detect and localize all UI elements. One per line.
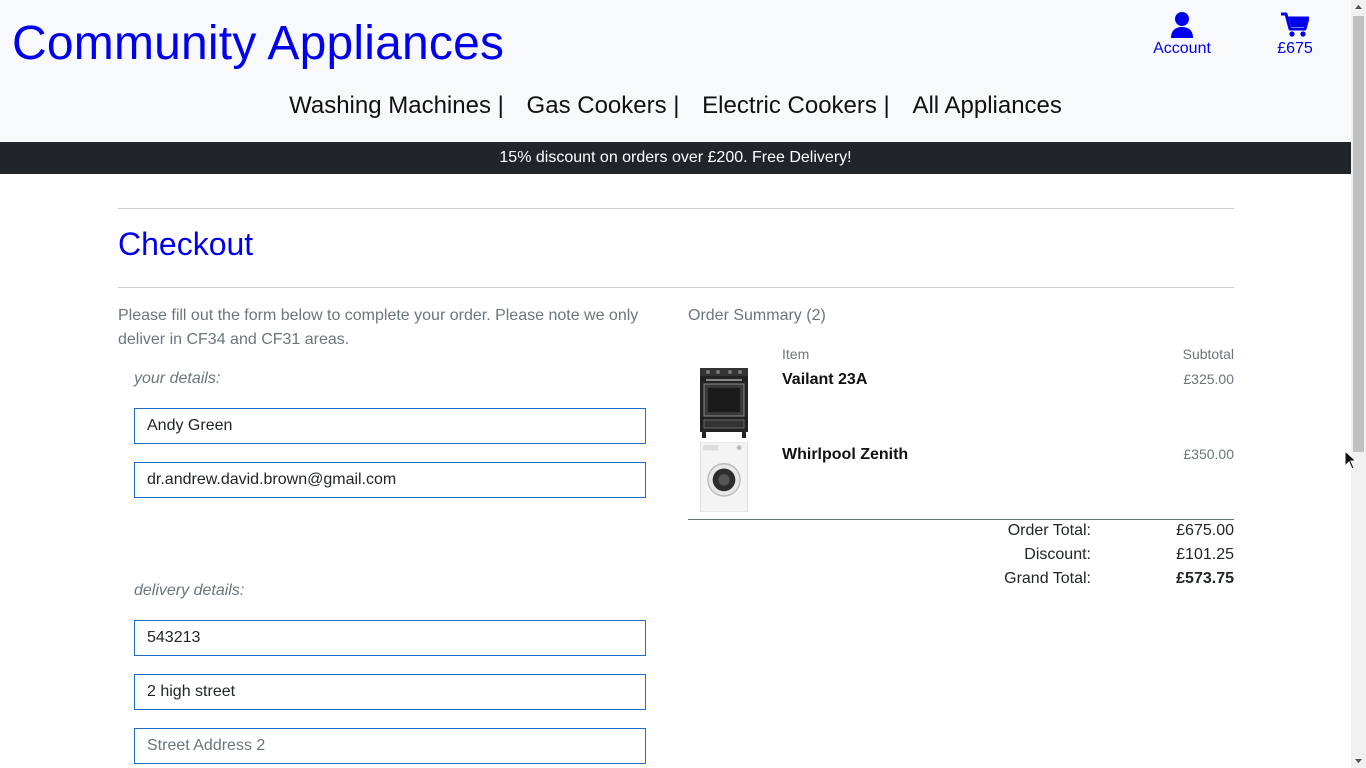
vertical-scrollbar[interactable] bbox=[1351, 0, 1366, 768]
mouse-cursor-icon bbox=[1344, 450, 1358, 470]
grand-total-label: Grand Total: bbox=[1004, 570, 1091, 587]
site-header: Community Appliances Account £675 Washin… bbox=[0, 0, 1351, 142]
street-address-1-field[interactable]: 2 high street bbox=[134, 674, 646, 710]
item-price-2: £350.00 bbox=[1183, 446, 1234, 462]
name-field[interactable]: Andy Green bbox=[134, 408, 646, 444]
delivery-details-label: delivery details: bbox=[134, 582, 245, 599]
cart-link[interactable]: £675 bbox=[1270, 12, 1320, 58]
scroll-up-arrow-icon[interactable] bbox=[1351, 0, 1366, 15]
col-subtotal-header: Subtotal bbox=[1182, 346, 1234, 362]
scrollbar-thumb[interactable] bbox=[1353, 16, 1364, 452]
item-name-1: Vailant 23A bbox=[782, 371, 868, 388]
your-details-label: your details: bbox=[134, 370, 221, 387]
cooker-image bbox=[700, 368, 748, 438]
phone-field[interactable]: 543213 bbox=[134, 620, 646, 656]
account-link[interactable]: Account bbox=[1150, 12, 1214, 58]
promo-banner: 15% discount on orders over £200. Free D… bbox=[0, 142, 1351, 174]
divider-top bbox=[118, 208, 1234, 209]
washing-machine-image bbox=[699, 442, 749, 512]
user-icon bbox=[1171, 12, 1193, 38]
col-item-header: Item bbox=[782, 346, 810, 362]
brand-logo-link[interactable]: Community Appliances bbox=[12, 14, 504, 74]
email-field[interactable]: dr.andrew.david.brown@gmail.com bbox=[134, 462, 646, 498]
summary-divider bbox=[688, 519, 1234, 520]
scroll-down-arrow-icon[interactable] bbox=[1351, 753, 1366, 768]
street-address-2-field[interactable]: Street Address 2 bbox=[134, 728, 646, 764]
grand-total-value: £573.75 bbox=[1176, 570, 1234, 587]
item-name-2: Whirlpool Zenith bbox=[782, 446, 909, 463]
cart-icon bbox=[1281, 12, 1309, 37]
order-summary-heading: Order Summary (2) bbox=[688, 307, 826, 324]
order-total-label: Order Total: bbox=[1007, 522, 1091, 539]
cart-total: £675 bbox=[1277, 40, 1313, 57]
item-price-1: £325.00 bbox=[1183, 371, 1234, 387]
nav-washing-machines[interactable]: Washing Machines | bbox=[289, 92, 504, 119]
nav-gas-cookers[interactable]: Gas Cookers | bbox=[527, 92, 680, 119]
account-label: Account bbox=[1153, 40, 1211, 57]
nav-electric-cookers[interactable]: Electric Cookers | bbox=[702, 92, 890, 119]
order-total-value: £675.00 bbox=[1176, 522, 1234, 539]
page: Community Appliances Account £675 Washin… bbox=[0, 0, 1366, 768]
divider-title bbox=[118, 287, 1234, 288]
nav-all-appliances[interactable]: All Appliances bbox=[912, 92, 1061, 119]
category-nav: Washing Machines | Gas Cookers | Electri… bbox=[0, 92, 1351, 120]
page-title: Checkout bbox=[118, 226, 254, 262]
discount-label: Discount: bbox=[1024, 546, 1091, 563]
discount-value: £101.25 bbox=[1176, 546, 1234, 563]
checkout-intro: Please fill out the form below to comple… bbox=[118, 307, 639, 348]
